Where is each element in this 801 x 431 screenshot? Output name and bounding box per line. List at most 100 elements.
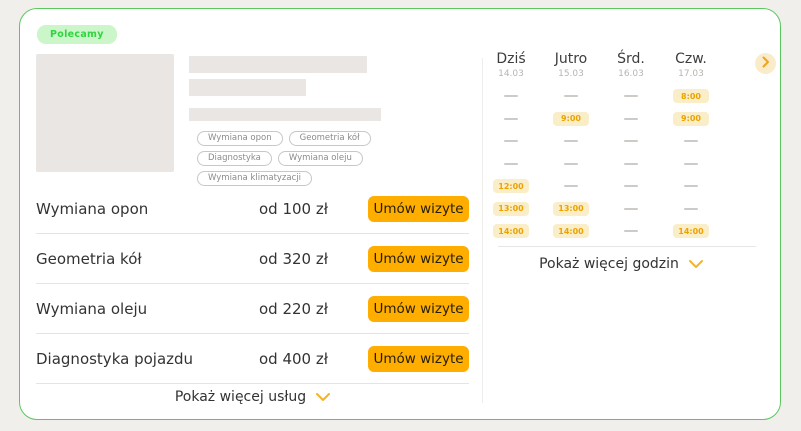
day-slot-column: 8:00 9:00 14:00 [661, 85, 721, 243]
day-label: Śrd. [601, 51, 661, 67]
show-more-hours-label: Pokaż więcej godzin [539, 256, 679, 272]
promoted-business-card: Polecamy Wymiana oponGeometria kółDiagno… [19, 8, 781, 420]
day-column-header[interactable]: Jutro 15.03 [541, 45, 601, 79]
slot-cell [481, 153, 541, 176]
slot-cell [541, 175, 601, 198]
day-column-header[interactable]: Śrd. 16.03 [601, 45, 661, 79]
service-tag: Wymiana oleju [278, 151, 363, 166]
empty-slot-dash [504, 140, 518, 142]
slot-cell: 8:00 [661, 85, 721, 108]
empty-slot-dash [564, 140, 578, 142]
book-visit-button[interactable]: Umów wizyte [368, 196, 469, 222]
slot-cell: 14:00 [661, 220, 721, 243]
day-column-header[interactable]: Czw. 17.03 [661, 45, 721, 79]
time-slot[interactable]: 13:00 [553, 202, 589, 216]
service-row: Geometria kółod 320 zł Umów wizyte [36, 234, 469, 284]
chevron-right-icon [762, 56, 770, 71]
recommended-badge: Polecamy [37, 25, 117, 44]
business-photo-placeholder [36, 54, 174, 172]
time-slot[interactable]: 14:00 [553, 224, 589, 238]
slot-cell: 13:00 [541, 198, 601, 221]
empty-slot-dash [684, 185, 698, 187]
service-name: Wymiana oleju [36, 300, 233, 318]
time-slot[interactable]: 12:00 [493, 179, 529, 193]
slot-cell [601, 108, 661, 131]
day-slot-column: 9:00 13:00 14:00 [541, 85, 601, 243]
service-name: Diagnostyka pojazdu [36, 350, 233, 368]
day-slot-column [601, 85, 661, 243]
empty-slot-dash [624, 230, 638, 232]
time-slot[interactable]: 13:00 [493, 202, 529, 216]
slot-cell: 12:00 [481, 175, 541, 198]
service-row: Wymiana olejuod 220 zł Umów wizyte [36, 284, 469, 334]
business-address-placeholder [189, 108, 381, 121]
day-date: 16.03 [601, 69, 661, 79]
day-date: 17.03 [661, 69, 721, 79]
slot-cell [661, 175, 721, 198]
day-label: Czw. [661, 51, 721, 67]
empty-slot-dash [504, 118, 518, 120]
service-tags: Wymiana oponGeometria kółDiagnostykaWymi… [197, 131, 442, 186]
book-visit-button[interactable]: Umów wizyte [368, 296, 469, 322]
slot-cell [481, 108, 541, 131]
slot-cell [601, 198, 661, 221]
slot-cell [601, 130, 661, 153]
show-more-hours-link[interactable]: Pokaż więcej godzin [481, 253, 761, 275]
slot-cell [541, 153, 601, 176]
empty-slot-dash [624, 95, 638, 97]
slot-cell [661, 198, 721, 221]
day-headers: Dziś 14.03Jutro 15.03Śrd. 16.03Czw. 17.03 [481, 45, 781, 79]
slot-cell: 14:00 [541, 220, 601, 243]
service-row: Wymiana oponod 100 zł Umów wizyte [36, 184, 469, 234]
empty-slot-dash [624, 208, 638, 210]
service-row: Diagnostyka pojazduod 400 złUmów wizyte [36, 334, 469, 384]
slot-cell [661, 130, 721, 153]
empty-slot-dash [624, 140, 638, 142]
empty-slot-dash [624, 118, 638, 120]
slot-cell [541, 85, 601, 108]
time-slot[interactable]: 9:00 [673, 112, 709, 126]
show-more-services-link[interactable]: Pokaż więcej usług [36, 384, 469, 410]
availability-schedule: Dziś14.03Jutro15.03Śrd.16.03Czw.17.03 12… [481, 45, 781, 79]
empty-slot-dash [624, 163, 638, 165]
empty-slot-dash [504, 95, 518, 97]
service-price: od 220 zł [233, 300, 328, 318]
empty-slot-dash [564, 185, 578, 187]
slot-cell: 14:00 [481, 220, 541, 243]
schedule-divider [498, 246, 756, 247]
service-tag: Diagnostyka [197, 151, 272, 166]
empty-slot-dash [684, 140, 698, 142]
slot-cell [601, 175, 661, 198]
slot-cell: 13:00 [481, 198, 541, 221]
service-name: Geometria kół [36, 250, 233, 268]
service-price: od 100 zł [233, 200, 328, 218]
time-slot[interactable]: 14:00 [673, 224, 709, 238]
empty-slot-dash [624, 185, 638, 187]
time-slot[interactable]: 14:00 [493, 224, 529, 238]
slot-cell: 9:00 [541, 108, 601, 131]
book-visit-button[interactable]: Umów wizyte [368, 246, 469, 272]
day-column-header[interactable]: Dziś 14.03 [481, 45, 541, 79]
next-days-button[interactable] [755, 53, 776, 74]
day-date: 15.03 [541, 69, 601, 79]
chevron-down-icon [689, 256, 703, 272]
show-more-services-label: Pokaż więcej usług [175, 389, 306, 405]
time-slot[interactable]: 8:00 [673, 89, 709, 103]
empty-slot-dash [684, 163, 698, 165]
book-visit-button[interactable]: Umów wizyte [368, 346, 469, 372]
day-label: Dziś [481, 51, 541, 67]
slot-cell: 9:00 [661, 108, 721, 131]
service-price: od 320 zł [233, 250, 328, 268]
slot-cell [661, 153, 721, 176]
slot-cell [601, 85, 661, 108]
day-date: 14.03 [481, 69, 541, 79]
service-tag: Wymiana opon [197, 131, 283, 146]
day-label: Jutro [541, 51, 601, 67]
service-name: Wymiana opon [36, 200, 233, 218]
service-list: Wymiana oponod 100 złUmów wizyteGeometri… [36, 184, 469, 384]
time-slot[interactable]: 9:00 [553, 112, 589, 126]
slot-cell [481, 85, 541, 108]
slot-cell [481, 130, 541, 153]
slot-cell [601, 220, 661, 243]
chevron-down-icon [316, 389, 330, 405]
